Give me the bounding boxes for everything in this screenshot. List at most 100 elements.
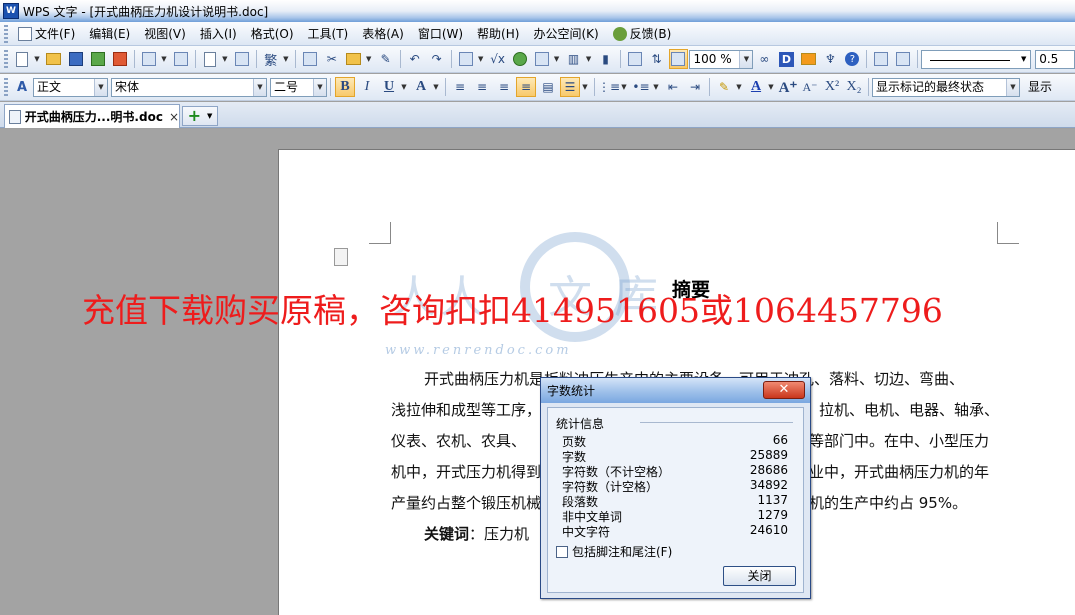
close-icon[interactable]: ✕ — [763, 381, 805, 399]
columns-dropdown-arrow[interactable]: ▼ — [585, 55, 593, 63]
chevron-down-icon[interactable]: ▼ — [253, 78, 266, 96]
underline-dropdown-arrow[interactable]: ▼ — [400, 83, 408, 91]
chevron-down-icon[interactable]: ▼ — [207, 112, 212, 120]
close-button[interactable]: 关闭 — [723, 566, 796, 586]
chevron-down-icon[interactable]: ▼ — [1006, 78, 1019, 96]
line-spacing-button[interactable]: ☰ — [560, 77, 580, 97]
hyperlink-button[interactable] — [510, 49, 530, 69]
chart-button[interactable]: ▮ — [596, 49, 616, 69]
include-footnotes-checkbox[interactable]: 包括脚注和尾注(F) — [556, 543, 672, 560]
dialog-title-bar[interactable]: 字数统计 ✕ — [541, 378, 810, 403]
font-color-button[interactable]: A — [746, 77, 766, 97]
traditional-chinese-button[interactable]: 繁 — [261, 49, 281, 69]
menu-format[interactable]: 格式(O) — [244, 23, 301, 45]
grid-dropdown-arrow[interactable]: ▼ — [553, 55, 561, 63]
menu-file[interactable]: 文件(F) — [11, 23, 82, 45]
superscript-button[interactable]: X² — [822, 77, 842, 97]
menu-feedback[interactable]: 反馈(B) — [606, 23, 679, 45]
chevron-down-icon[interactable]: ▼ — [313, 78, 326, 96]
menu-window[interactable]: 窗口(W) — [411, 23, 470, 45]
markup-state-select[interactable]: 显示标记的最终状态 ▼ — [872, 77, 1020, 97]
shirt-button[interactable]: ♆ — [820, 49, 840, 69]
menu-table[interactable]: 表格(A) — [355, 23, 411, 45]
highlight-dropdown-arrow[interactable]: ▼ — [735, 83, 743, 91]
menu-edit[interactable]: 编辑(E) — [82, 23, 137, 45]
bullets-button[interactable]: •≡ — [631, 77, 651, 97]
d-button[interactable]: D — [776, 49, 796, 69]
shrink-font-button[interactable]: A⁻ — [800, 77, 820, 97]
new-tab-button[interactable]: + ▼ — [182, 106, 218, 126]
numbering-dropdown-arrow[interactable]: ▼ — [620, 83, 628, 91]
style-select[interactable]: 正文 ▼ — [33, 77, 108, 97]
chevron-down-icon[interactable]: ▼ — [1017, 51, 1030, 68]
format-painter-button[interactable]: ✎ — [376, 49, 396, 69]
resource-button[interactable] — [798, 49, 818, 69]
font-color-dropdown-arrow[interactable]: ▼ — [767, 83, 775, 91]
styles-button[interactable]: A — [12, 77, 32, 97]
increase-indent-button[interactable]: ⇥ — [685, 77, 705, 97]
copy-button[interactable] — [300, 49, 320, 69]
document-map-button[interactable] — [625, 49, 645, 69]
paste-button[interactable] — [344, 49, 364, 69]
tables-and-borders-button[interactable] — [532, 49, 552, 69]
help-button[interactable]: ? — [842, 49, 862, 69]
decrease-indent-button[interactable]: ⇤ — [663, 77, 683, 97]
page-break-button[interactable] — [232, 49, 252, 69]
menu-view[interactable]: 视图(V) — [137, 23, 193, 45]
chevron-down-icon[interactable]: ▼ — [94, 78, 107, 96]
toolbar-grip[interactable] — [4, 50, 8, 68]
bold-button[interactable]: B — [335, 77, 355, 97]
line-width-select[interactable]: 0.5 — [1035, 49, 1075, 69]
export-pdf-button[interactable] — [110, 49, 130, 69]
columns-button[interactable]: ▥ — [564, 49, 584, 69]
grow-font-button[interactable]: A⁺ — [778, 77, 798, 97]
menu-tools[interactable]: 工具(T) — [301, 23, 356, 45]
chinese-dropdown-arrow[interactable]: ▼ — [282, 55, 290, 63]
find-button[interactable]: ∞ — [754, 49, 774, 69]
insert-page-button[interactable] — [200, 49, 220, 69]
line-style-select[interactable]: ▼ — [921, 49, 1032, 69]
font-select[interactable]: 宋体 ▼ — [111, 77, 267, 97]
new-document-button[interactable] — [12, 49, 32, 69]
underline-button[interactable]: U — [379, 77, 399, 97]
zoom-select[interactable]: 100 % ▼ — [689, 49, 754, 69]
show-markup-menu[interactable]: 显示 — [1024, 78, 1064, 97]
chevron-down-icon[interactable]: ▼ — [739, 50, 753, 68]
print-preview-button[interactable] — [171, 49, 191, 69]
open-button[interactable] — [44, 49, 64, 69]
line-spacing-dropdown-arrow[interactable]: ▼ — [581, 83, 589, 91]
document-tab[interactable]: 开式曲柄压力...明书.doc × — [4, 104, 180, 128]
text-effect-dropdown-arrow[interactable]: ▼ — [432, 83, 440, 91]
highlight-button[interactable]: ✎ — [714, 77, 734, 97]
edit-mode-button[interactable] — [871, 49, 891, 69]
align-right-button[interactable]: ≡ — [494, 77, 514, 97]
close-tab-icon[interactable]: × — [169, 110, 179, 124]
insert-dropdown-arrow[interactable]: ▼ — [221, 55, 229, 63]
italic-button[interactable]: I — [357, 77, 377, 97]
checkbox-box[interactable] — [556, 545, 568, 558]
paste-dropdown-arrow[interactable]: ▼ — [365, 55, 373, 63]
cut-button[interactable]: ✂ — [322, 49, 342, 69]
menu-office-space[interactable]: 办公空间(K) — [526, 23, 605, 45]
insert-formula-button[interactable]: √x — [488, 49, 508, 69]
redo-button[interactable]: ↷ — [427, 49, 447, 69]
save-button[interactable] — [66, 49, 86, 69]
bullets-dropdown-arrow[interactable]: ▼ — [652, 83, 660, 91]
menu-insert[interactable]: 插入(I) — [193, 23, 244, 45]
distribute-button[interactable]: ▤ — [538, 77, 558, 97]
document-workspace[interactable]: 摘要 开式曲柄压力机是板料冲压生产中的主要设备，可用于冲孔、落料、切边、弯曲、 … — [0, 129, 1075, 615]
justify-button[interactable]: ≡ — [516, 77, 536, 97]
numbering-button[interactable]: ⋮≡ — [598, 77, 620, 97]
email-button[interactable] — [88, 49, 108, 69]
subscript-button[interactable]: X₂ — [844, 77, 864, 97]
print-dropdown-arrow[interactable]: ▼ — [160, 55, 168, 63]
insert-table-button[interactable] — [456, 49, 476, 69]
undo-button[interactable]: ↶ — [405, 49, 425, 69]
print-button[interactable] — [139, 49, 159, 69]
align-left-button[interactable]: ≡ — [450, 77, 470, 97]
new-dropdown-arrow[interactable]: ▼ — [33, 55, 41, 63]
show-marks-button[interactable] — [668, 49, 689, 69]
font-size-select[interactable]: 二号 ▼ — [270, 77, 327, 97]
toolbar-grip[interactable] — [4, 78, 8, 96]
align-center-button[interactable]: ≡ — [472, 77, 492, 97]
